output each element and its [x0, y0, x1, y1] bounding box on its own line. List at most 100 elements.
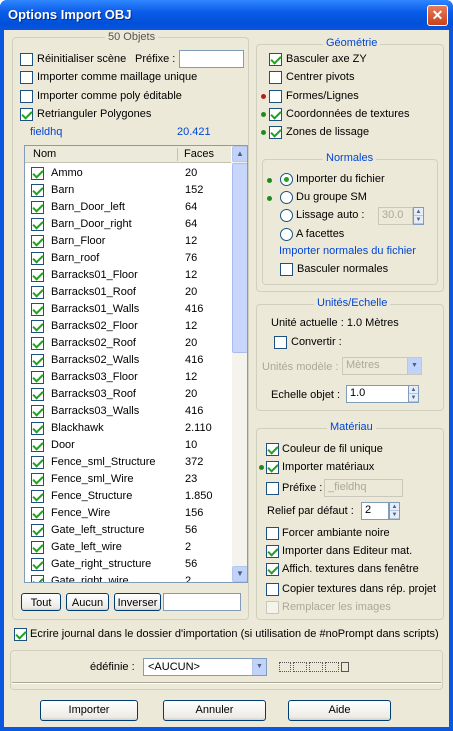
show-textures-checkbox[interactable]	[266, 563, 279, 576]
list-item[interactable]: Fence_Wire 156	[25, 505, 231, 522]
list-item[interactable]: Barracks02_Roof 20	[25, 335, 231, 352]
object-scale-input[interactable]: 1.0	[346, 385, 409, 403]
reset-scene-checkbox[interactable]	[20, 53, 33, 66]
scroll-up-arrow[interactable]: ▲	[232, 146, 247, 162]
import-materials-checkbox[interactable]	[266, 461, 279, 474]
list-item-checkbox[interactable]	[31, 558, 44, 571]
preset-toolbar-icons[interactable]	[277, 659, 349, 675]
list-item-checkbox[interactable]	[31, 388, 44, 401]
list-item[interactable]: Barn_Door_left 64	[25, 199, 231, 216]
single-mesh-checkbox[interactable]	[20, 71, 33, 84]
list-item-checkbox[interactable]	[31, 541, 44, 554]
center-pivots-checkbox[interactable]	[269, 71, 282, 84]
list-item-checkbox[interactable]	[31, 235, 44, 248]
scroll-thumb[interactable]	[232, 163, 247, 353]
list-item[interactable]: Fence_Structure 1.850	[25, 488, 231, 505]
column-header-name[interactable]: Nom	[33, 148, 56, 160]
list-item[interactable]: Barn_Floor 12	[25, 233, 231, 250]
model-units-select[interactable]: Mètres ▼	[342, 357, 422, 375]
list-scrollbar[interactable]: ▲ ▼	[232, 146, 247, 582]
list-item-checkbox[interactable]	[31, 320, 44, 333]
auto-smooth-input[interactable]: 30.0	[378, 207, 413, 225]
scroll-down-arrow[interactable]: ▼	[232, 566, 247, 582]
list-item[interactable]: Barn 152	[25, 182, 231, 199]
list-item[interactable]: Barn_roof 76	[25, 250, 231, 267]
prefix-input[interactable]	[179, 50, 244, 68]
bump-input[interactable]: 2	[361, 502, 389, 520]
preset-select[interactable]: <AUCUN> ▼	[143, 658, 267, 676]
flip-zy-checkbox[interactable]	[269, 53, 282, 66]
list-item-checkbox[interactable]	[31, 354, 44, 367]
invert-selection-button[interactable]: Inverser	[114, 593, 161, 611]
sm-group-radio[interactable]	[280, 191, 293, 204]
list-item-checkbox[interactable]	[31, 473, 44, 486]
list-item-checkbox[interactable]	[31, 337, 44, 350]
list-item[interactable]: Barracks01_Floor 12	[25, 267, 231, 284]
close-button[interactable]: ✕	[427, 5, 448, 26]
list-item[interactable]: Door 10	[25, 437, 231, 454]
list-item[interactable]: Gate_right_wire 2	[25, 573, 231, 582]
list-item-checkbox[interactable]	[31, 575, 44, 582]
list-item[interactable]: Fence_sml_Structure 372	[25, 454, 231, 471]
smoothing-groups-checkbox[interactable]	[269, 126, 282, 139]
select-none-button[interactable]: Aucun	[66, 593, 109, 611]
import-button[interactable]: Importer	[40, 700, 138, 721]
list-item[interactable]: Ammo 20	[25, 165, 231, 182]
list-item-checkbox[interactable]	[31, 218, 44, 231]
list-item[interactable]: Barracks02_Floor 12	[25, 318, 231, 335]
cancel-button[interactable]: Annuler	[163, 700, 266, 721]
list-item-checkbox[interactable]	[31, 269, 44, 282]
force-black-ambient-checkbox[interactable]	[266, 527, 279, 540]
from-file-radio[interactable]	[280, 173, 293, 186]
list-item-checkbox[interactable]	[31, 286, 44, 299]
replace-images-checkbox[interactable]	[266, 601, 279, 614]
convert-checkbox[interactable]	[274, 336, 287, 349]
list-item-checkbox[interactable]	[31, 405, 44, 418]
list-item-checkbox[interactable]	[31, 524, 44, 537]
list-item[interactable]: Barracks03_Roof 20	[25, 386, 231, 403]
list-item-checkbox[interactable]	[31, 456, 44, 469]
list-item[interactable]: Barracks01_Walls 416	[25, 301, 231, 318]
auto-smooth-spinner[interactable]: ▲ ▼	[413, 207, 424, 225]
retriangulate-checkbox[interactable]	[20, 108, 33, 121]
title-bar[interactable]: Options Import OBJ ✕	[0, 0, 453, 30]
list-item[interactable]: Barracks03_Floor 12	[25, 369, 231, 386]
list-item[interactable]: Barn_Door_right 64	[25, 216, 231, 233]
filter-input[interactable]	[163, 593, 241, 611]
list-item-checkbox[interactable]	[31, 201, 44, 214]
shapes-lines-checkbox[interactable]	[269, 90, 282, 103]
list-item-checkbox[interactable]	[31, 167, 44, 180]
help-button[interactable]: Aide	[288, 700, 391, 721]
list-item-checkbox[interactable]	[31, 422, 44, 435]
list-item[interactable]: Gate_left_structure 56	[25, 522, 231, 539]
list-item[interactable]: Barracks02_Walls 416	[25, 352, 231, 369]
list-item-checkbox[interactable]	[31, 303, 44, 316]
list-item-checkbox[interactable]	[31, 371, 44, 384]
list-item[interactable]: Blackhawk 2.110	[25, 420, 231, 437]
list-item[interactable]: Barracks03_Walls 416	[25, 403, 231, 420]
list-item-checkbox[interactable]	[31, 507, 44, 520]
list-item[interactable]: Barracks01_Roof 20	[25, 284, 231, 301]
material-prefix-checkbox[interactable]	[266, 482, 279, 495]
wire-color-checkbox[interactable]	[266, 443, 279, 456]
objects-list[interactable]: Nom Faces Ammo 20 Barn 152 Barn_Door_left 64 B…	[24, 145, 248, 583]
import-into-editor-checkbox[interactable]	[266, 545, 279, 558]
select-all-button[interactable]: Tout	[21, 593, 61, 611]
list-item-checkbox[interactable]	[31, 252, 44, 265]
flip-normals-checkbox[interactable]	[280, 263, 293, 276]
texture-coords-checkbox[interactable]	[269, 108, 282, 121]
object-scale-spinner[interactable]: ▲ ▼	[408, 385, 419, 403]
list-item-checkbox[interactable]	[31, 490, 44, 503]
auto-smooth-radio[interactable]	[280, 209, 293, 222]
copy-textures-checkbox[interactable]	[266, 583, 279, 596]
list-item[interactable]: Gate_left_wire 2	[25, 539, 231, 556]
bump-spinner[interactable]: ▲ ▼	[389, 502, 400, 520]
editable-poly-checkbox[interactable]	[20, 90, 33, 103]
list-item[interactable]: Gate_right_structure 56	[25, 556, 231, 573]
column-header-faces[interactable]: Faces	[184, 148, 214, 160]
list-item-checkbox[interactable]	[31, 184, 44, 197]
write-log-checkbox[interactable]	[14, 628, 27, 641]
material-prefix-input[interactable]: _fieldhq	[324, 479, 403, 497]
list-item-checkbox[interactable]	[31, 439, 44, 452]
faceted-radio[interactable]	[280, 228, 293, 241]
